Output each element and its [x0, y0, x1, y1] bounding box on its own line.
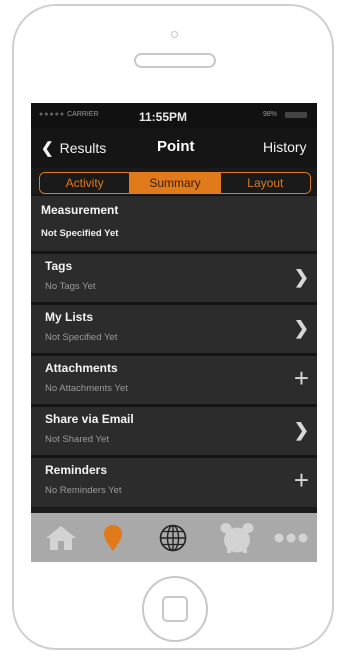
status-time: 11:55PM [139, 110, 188, 124]
row-attachments[interactable]: Attachments No Attachments Yet + [31, 353, 317, 405]
front-camera [171, 31, 178, 38]
chevron-left-icon: ❮ [41, 140, 54, 157]
tab-globe[interactable] [153, 513, 193, 562]
app-screen: ●●●●● CARRIER 11:55PM 98% ❮ Results Poin… [31, 103, 317, 562]
row-label: Reminders [45, 463, 108, 477]
tab-reminders[interactable] [215, 513, 259, 562]
row-tags[interactable]: Tags No Tags Yet ❯ [31, 251, 317, 303]
row-label: My Lists [45, 310, 94, 324]
chevron-right-icon: ❯ [293, 420, 309, 440]
more-icon [274, 533, 308, 542]
row-label: Attachments [45, 361, 118, 375]
row-value: No Attachments Yet [45, 383, 128, 394]
battery-percent: 98% [263, 111, 278, 118]
row-value: No Reminders Yet [45, 485, 122, 496]
row-value: Not Specified Yet [45, 332, 118, 343]
segment-activity[interactable]: Activity [40, 173, 130, 193]
signal-dots-icon: ●●●●● [39, 111, 66, 118]
measurement-value: Not Specified Yet [41, 228, 119, 239]
carrier-label: ●●●●● CARRIER [39, 111, 99, 118]
page-title: Point [157, 138, 195, 155]
tab-location[interactable] [93, 513, 133, 562]
globe-icon [159, 524, 187, 551]
status-bar: ●●●●● CARRIER 11:55PM 98% [31, 103, 317, 128]
plus-icon[interactable]: + [294, 465, 309, 496]
tab-more[interactable] [269, 513, 313, 562]
measurement-label: Measurement [41, 203, 119, 217]
tab-bar [31, 513, 317, 562]
segment-summary[interactable]: Summary [129, 173, 220, 193]
home-button-square-icon [162, 596, 188, 622]
navigation-bar: ❮ Results Point History [31, 128, 317, 168]
row-share-via-email[interactable]: Share via Email Not Shared Yet ❯ [31, 404, 317, 456]
chevron-right-icon: ❯ [293, 318, 309, 338]
segment-layout[interactable]: Layout [219, 173, 310, 193]
carrier-text: CARRIER [67, 111, 99, 118]
row-label: Share via Email [45, 412, 134, 426]
home-icon [46, 525, 76, 550]
alarm-clock-icon [220, 522, 254, 553]
location-pin-icon [104, 524, 122, 551]
segmented-control: Activity Summary Layout [39, 172, 311, 194]
history-button[interactable]: History [263, 139, 307, 155]
back-button-label: Results [59, 140, 107, 156]
plus-icon[interactable]: + [294, 363, 309, 394]
row-my-lists[interactable]: My Lists Not Specified Yet ❯ [31, 302, 317, 354]
earpiece-speaker [134, 53, 216, 68]
row-value: No Tags Yet [45, 281, 96, 292]
battery-icon [285, 112, 307, 118]
chevron-right-icon: ❯ [293, 267, 309, 287]
row-value: Not Shared Yet [45, 434, 109, 445]
row-reminders[interactable]: Reminders No Reminders Yet + [31, 455, 317, 507]
row-label: Tags [45, 259, 73, 273]
back-button[interactable]: ❮ Results [41, 139, 106, 157]
tab-home[interactable] [39, 513, 83, 562]
measurement-section[interactable]: Measurement Not Specified Yet [31, 195, 317, 252]
